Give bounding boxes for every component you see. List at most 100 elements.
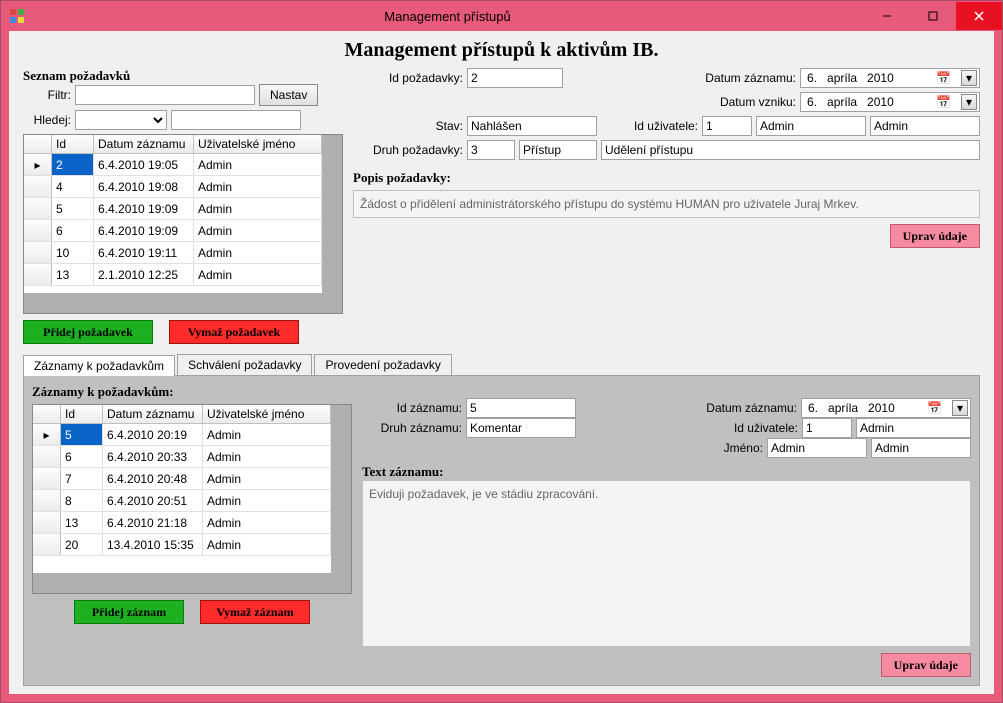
cell-user[interactable]: Admin <box>194 242 322 263</box>
rec-text-box[interactable]: Eviduji požadavek, je ve stádiu zpracová… <box>362 480 971 647</box>
user2-field[interactable] <box>870 116 980 136</box>
cell-date[interactable]: 6.4.2010 20:51 <box>103 490 203 511</box>
row-header[interactable] <box>33 512 61 533</box>
rec-kind-field[interactable] <box>466 418 576 438</box>
rec-userid-field[interactable] <box>802 418 852 438</box>
desc-text[interactable]: Žádost o přidělení administrátorského př… <box>353 190 980 218</box>
row-header[interactable] <box>33 534 61 555</box>
add-record-button[interactable]: Přidej záznam <box>74 600 184 624</box>
filter-set-button[interactable]: Nastav <box>259 84 318 106</box>
tab-approval[interactable]: Schválení požadavky <box>177 354 312 375</box>
table-row[interactable]: 66.4.2010 19:09Admin <box>24 220 322 242</box>
col-id[interactable]: Id <box>61 405 103 423</box>
rec-name1-field[interactable] <box>767 438 867 458</box>
cell-id[interactable]: 6 <box>52 220 94 241</box>
cell-id[interactable]: 8 <box>61 490 103 511</box>
cell-id[interactable]: 13 <box>52 264 94 285</box>
rec-user1-field[interactable] <box>856 418 971 438</box>
cell-date[interactable]: 6.4.2010 21:18 <box>103 512 203 533</box>
cell-id[interactable]: 2 <box>52 154 94 175</box>
cell-user[interactable]: Admin <box>203 490 331 511</box>
rec-date-picker[interactable]: 6.apríla2010 📅 ▾ <box>801 398 971 418</box>
row-header[interactable] <box>24 242 52 263</box>
cell-user[interactable]: Admin <box>203 468 331 489</box>
rec-name2-field[interactable] <box>871 438 971 458</box>
search-select[interactable] <box>75 110 167 130</box>
cell-date[interactable]: 6.4.2010 19:11 <box>94 242 194 263</box>
kind-id-field[interactable] <box>467 140 515 160</box>
row-header[interactable] <box>24 220 52 241</box>
date-cre-picker[interactable]: 6.apríla2010 📅 ▾ <box>800 92 980 112</box>
search-input[interactable] <box>171 110 301 130</box>
col-date[interactable]: Datum záznamu <box>94 135 194 153</box>
cell-date[interactable]: 6.4.2010 20:33 <box>103 446 203 467</box>
cell-date[interactable]: 6.4.2010 19:05 <box>94 154 194 175</box>
cell-user[interactable]: Admin <box>203 534 331 555</box>
row-header[interactable] <box>33 446 61 467</box>
date-rec-picker[interactable]: 6.apríla2010 📅 ▾ <box>800 68 980 88</box>
table-row[interactable]: ▸56.4.2010 20:19Admin <box>33 424 331 446</box>
delete-request-button[interactable]: Vymaž požadavek <box>169 320 299 344</box>
table-row[interactable]: 66.4.2010 20:33Admin <box>33 446 331 468</box>
table-row[interactable]: 86.4.2010 20:51Admin <box>33 490 331 512</box>
chevron-down-icon[interactable]: ▾ <box>952 400 968 416</box>
col-user[interactable]: Uživatelské jméno <box>203 405 331 423</box>
cell-user[interactable]: Admin <box>203 512 331 533</box>
col-user[interactable]: Uživatelské jméno <box>194 135 322 153</box>
cell-user[interactable]: Admin <box>194 220 322 241</box>
cell-id[interactable]: 5 <box>52 198 94 219</box>
table-row[interactable]: ▸26.4.2010 19:05Admin <box>24 154 322 176</box>
cell-user[interactable]: Admin <box>194 176 322 197</box>
kind-name-field[interactable] <box>519 140 597 160</box>
cell-user[interactable]: Admin <box>194 198 322 219</box>
row-header[interactable] <box>33 490 61 511</box>
state-field[interactable] <box>467 116 597 136</box>
delete-record-button[interactable]: Vymaž záznam <box>200 600 310 624</box>
cell-id[interactable]: 6 <box>61 446 103 467</box>
tab-records[interactable]: Záznamy k požadavkům <box>23 355 175 376</box>
col-date[interactable]: Datum záznamu <box>103 405 203 423</box>
tab-execution[interactable]: Provedení požadavky <box>314 354 451 375</box>
row-header[interactable] <box>24 264 52 285</box>
row-header[interactable] <box>33 468 61 489</box>
table-row[interactable]: 2013.4.2010 15:35Admin <box>33 534 331 556</box>
table-row[interactable]: 76.4.2010 20:48Admin <box>33 468 331 490</box>
cell-user[interactable]: Admin <box>203 446 331 467</box>
request-grid[interactable]: Id Datum záznamu Uživatelské jméno ▸26.4… <box>23 134 343 314</box>
cell-date[interactable]: 6.4.2010 19:09 <box>94 220 194 241</box>
cell-id[interactable]: 20 <box>61 534 103 555</box>
req-id-field[interactable] <box>467 68 563 88</box>
cell-id[interactable]: 10 <box>52 242 94 263</box>
rec-id-field[interactable] <box>466 398 576 418</box>
col-id[interactable]: Id <box>52 135 94 153</box>
row-header[interactable] <box>24 198 52 219</box>
chevron-down-icon[interactable]: ▾ <box>961 70 977 86</box>
record-grid[interactable]: Id Datum záznamu Uživatelské jméno ▸56.4… <box>32 404 352 594</box>
minimize-button[interactable] <box>864 2 910 30</box>
row-header[interactable] <box>24 176 52 197</box>
cell-user[interactable]: Admin <box>194 154 322 175</box>
table-row[interactable]: 132.1.2010 12:25Admin <box>24 264 322 286</box>
user1-field[interactable] <box>756 116 866 136</box>
cell-date[interactable]: 6.4.2010 19:09 <box>94 198 194 219</box>
userid-field[interactable] <box>702 116 752 136</box>
edit-request-button[interactable]: Uprav údaje <box>890 224 980 248</box>
add-request-button[interactable]: Přidej požadavek <box>23 320 153 344</box>
maximize-button[interactable] <box>910 2 956 30</box>
chevron-down-icon[interactable]: ▾ <box>961 94 977 110</box>
cell-date[interactable]: 13.4.2010 15:35 <box>103 534 203 555</box>
cell-id[interactable]: 4 <box>52 176 94 197</box>
table-row[interactable]: 56.4.2010 19:09Admin <box>24 198 322 220</box>
cell-date[interactable]: 6.4.2010 20:19 <box>103 424 203 445</box>
kind-desc-field[interactable] <box>601 140 980 160</box>
cell-date[interactable]: 2.1.2010 12:25 <box>94 264 194 285</box>
table-row[interactable]: 136.4.2010 21:18Admin <box>33 512 331 534</box>
cell-id[interactable]: 5 <box>61 424 103 445</box>
table-row[interactable]: 46.4.2010 19:08Admin <box>24 176 322 198</box>
cell-user[interactable]: Admin <box>203 424 331 445</box>
cell-user[interactable]: Admin <box>194 264 322 285</box>
cell-date[interactable]: 6.4.2010 20:48 <box>103 468 203 489</box>
cell-date[interactable]: 6.4.2010 19:08 <box>94 176 194 197</box>
filter-input[interactable] <box>75 85 255 105</box>
row-header[interactable]: ▸ <box>33 424 61 445</box>
